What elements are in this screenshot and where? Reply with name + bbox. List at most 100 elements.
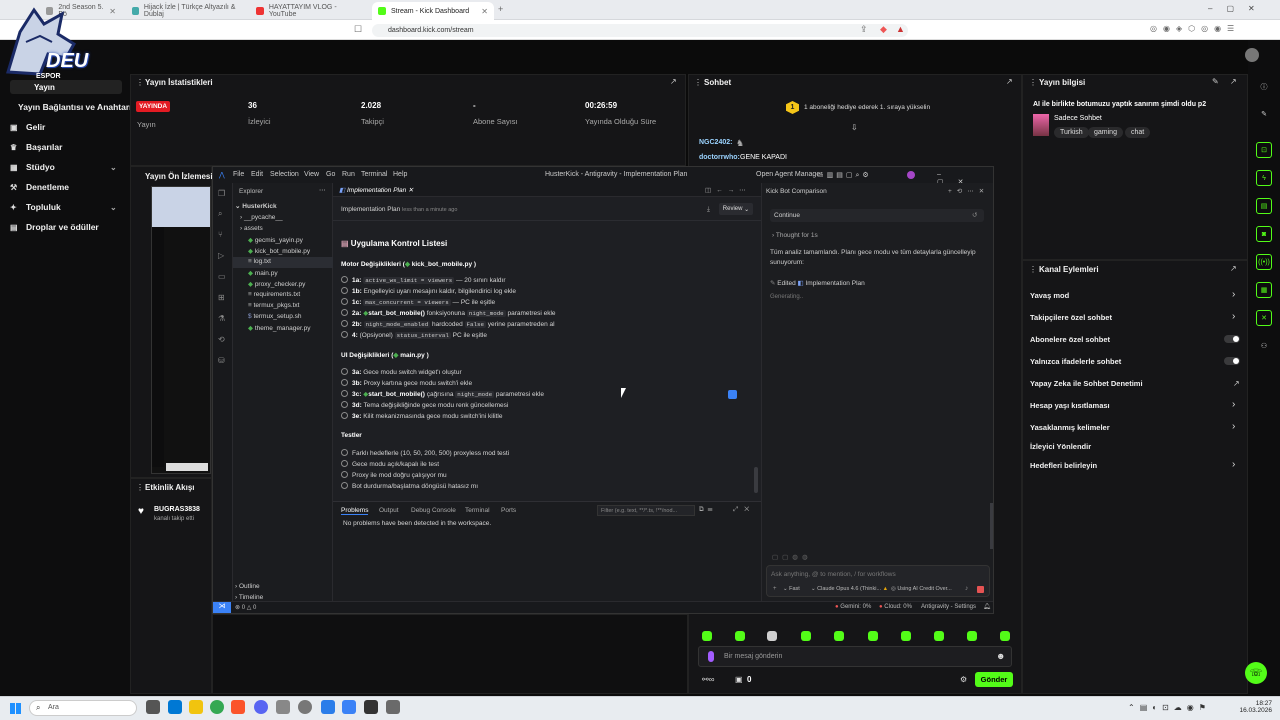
sidebar-item-studio[interactable]: ▦ Stüdyo ⌄ bbox=[10, 162, 117, 172]
checklist-item[interactable]: Gece modu açık/kapalı ile test bbox=[341, 460, 439, 468]
edited-row[interactable]: ✎ Edited ◧ Implementation Plan bbox=[770, 279, 865, 287]
subscribers-only-toggle[interactable] bbox=[1224, 335, 1240, 343]
action-ai-moderation[interactable]: Yapay Zeka ile Sohbet Denetimi bbox=[1030, 379, 1143, 388]
checkbox-circle[interactable] bbox=[341, 276, 348, 283]
popout-icon[interactable]: ↗ bbox=[1230, 77, 1237, 86]
app-icon[interactable] bbox=[276, 700, 290, 714]
checklist-item[interactable]: 4: (Opsiyonel) status_interval PC ile eş… bbox=[341, 331, 487, 339]
checklist-item[interactable]: Farklı hedeflerle (10, 50, 200, 500) pro… bbox=[341, 449, 509, 457]
checklist-item[interactable]: Proxy ile mod doğru çalışıyor mu bbox=[341, 471, 447, 479]
editor-scrollbar[interactable] bbox=[754, 467, 758, 493]
avatar[interactable] bbox=[1245, 48, 1259, 62]
agent-manager-button[interactable]: Open Agent Manager bbox=[756, 171, 823, 178]
task-view-icon[interactable] bbox=[146, 700, 160, 714]
clock[interactable]: 18:27 16.03.2026 bbox=[1232, 700, 1272, 714]
search-icon[interactable]: ⌕ bbox=[218, 209, 228, 219]
checklist-item[interactable]: 3a: Gece modu switch widget'ı oluştur bbox=[341, 368, 462, 376]
checklist-item[interactable]: 3c: ◆start_bot_mobile() çağrısına night_… bbox=[341, 390, 544, 398]
users-icon[interactable]: ⚇ bbox=[1256, 338, 1272, 354]
menu-view[interactable]: View bbox=[304, 171, 319, 178]
file-explorer-icon[interactable] bbox=[189, 700, 203, 714]
source-control-icon[interactable]: ⑂ bbox=[218, 230, 228, 240]
taskbar-search[interactable]: ⌕ Ara bbox=[29, 700, 137, 716]
sidebar-item-stream-key[interactable]: Yayın Bağlantısı ve Anahtarı bbox=[18, 102, 132, 112]
chat-input[interactable]: Bir mesaj gönderin ☻ bbox=[698, 646, 1012, 667]
editor-tab[interactable]: ◧ Implementation Plan ✕ bbox=[339, 186, 414, 194]
action-slow-mode[interactable]: Yavaş mod bbox=[1030, 291, 1069, 300]
checklist-item[interactable]: Bot durdurma/başlatma döngüsü hatasız mı bbox=[341, 482, 478, 490]
panel-tab-problems[interactable]: Problems bbox=[341, 507, 369, 515]
bookmark-icon[interactable]: ☐ bbox=[354, 24, 362, 35]
settings-link-icon[interactable]: ⚯∞ bbox=[702, 675, 714, 684]
send-button[interactable]: Gönder bbox=[975, 672, 1013, 687]
camera-icon[interactable]: ⊡ bbox=[1256, 142, 1272, 158]
lightning-icon[interactable]: ϟ bbox=[1256, 170, 1272, 186]
agent-actions[interactable]: +⟲⋯✕ bbox=[948, 187, 989, 195]
menu-terminal[interactable]: Terminal bbox=[361, 171, 387, 178]
document-icon[interactable]: ▤ bbox=[1256, 198, 1272, 214]
panel-window-controls[interactable]: ⤢✕ bbox=[733, 506, 755, 514]
steam-icon[interactable] bbox=[298, 700, 312, 714]
new-tab-icon[interactable]: + bbox=[498, 4, 503, 14]
action-emote-only[interactable]: Yalnızca ifadelerle sohbet bbox=[1030, 357, 1121, 366]
checklist-item[interactable]: 1a: active_ws_limit = viewers — 20 sınır… bbox=[341, 276, 506, 284]
warning-icon[interactable]: ▲ bbox=[896, 24, 905, 34]
checkbox-circle[interactable] bbox=[341, 390, 348, 397]
problems-filter-input[interactable]: Filter (e.g. text, **/*.ts, !**/nod... bbox=[597, 505, 695, 516]
edit-icon[interactable]: ✎ bbox=[1256, 106, 1272, 122]
browser-tab[interactable]: HAYATTAYIM VLOG - YouTube bbox=[250, 2, 370, 20]
emote-icon[interactable] bbox=[767, 631, 777, 641]
panel-actions[interactable]: ⧉☰ bbox=[699, 506, 717, 514]
file-item[interactable]: ≡ termux_pkgs.txt bbox=[248, 302, 300, 309]
url-field[interactable]: dashboard.kick.com/stream bbox=[372, 24, 908, 37]
menu-edit[interactable]: Edit bbox=[251, 171, 263, 178]
checklist-item[interactable]: 3d: Tema değişikliğinde gece modu renk g… bbox=[341, 401, 508, 409]
mode-selector[interactable]: ⌄ Fast bbox=[783, 586, 800, 592]
download-icon[interactable]: ⤓ bbox=[707, 206, 710, 214]
chevron-right-icon[interactable]: › bbox=[1232, 399, 1235, 410]
menu-help[interactable]: Help bbox=[393, 171, 407, 178]
checkbox-circle[interactable] bbox=[341, 368, 348, 375]
vscode-icon[interactable] bbox=[321, 700, 335, 714]
database-icon[interactable]: ⛁ bbox=[218, 356, 228, 366]
notification-icon[interactable]: 🔔︎ bbox=[983, 603, 991, 610]
workspace-root[interactable]: ⌄ HusterKick bbox=[235, 202, 277, 210]
files-icon[interactable]: ❐ bbox=[218, 189, 228, 199]
chat-username[interactable]: doctorrwho: bbox=[699, 154, 740, 161]
menu-go[interactable]: Go bbox=[326, 171, 335, 178]
popout-icon[interactable]: ↗ bbox=[670, 77, 677, 86]
menu-file[interactable]: File bbox=[233, 171, 244, 178]
gear-icon[interactable]: ⚙ bbox=[960, 675, 967, 684]
testing-icon[interactable]: ⚗ bbox=[218, 314, 228, 324]
checkbox-circle[interactable] bbox=[341, 460, 348, 467]
emote-icon[interactable] bbox=[868, 631, 878, 641]
gift-icon[interactable]: ▣ bbox=[735, 675, 743, 684]
action-banned-words[interactable]: Yasaklanmış kelimeler bbox=[1030, 423, 1110, 432]
extension-icon[interactable]: ◆ bbox=[880, 24, 887, 35]
file-item[interactable]: ◆ proxy_checker.py bbox=[248, 280, 305, 288]
file-item[interactable]: ◆ gecmis_yayin.py bbox=[248, 236, 303, 244]
checkbox-circle[interactable] bbox=[341, 309, 348, 316]
emote-icon[interactable] bbox=[901, 631, 911, 641]
agent-context-icons[interactable]: ▢▢◍◍ bbox=[772, 553, 812, 561]
antigravity-icon[interactable] bbox=[342, 700, 356, 714]
remote-indicator-icon[interactable]: ⋊ bbox=[213, 602, 231, 613]
checklist-item[interactable]: 2a: ◆start_bot_mobile() fonksiyonuna nig… bbox=[341, 309, 556, 317]
gitlens-icon[interactable]: ⟲ bbox=[218, 335, 228, 345]
extensions-toolbar[interactable]: ◎◉◈⬡◎◉☰ bbox=[1150, 24, 1240, 33]
support-chat-icon[interactable]: ☏ bbox=[1245, 662, 1267, 684]
drag-handle-icon[interactable]: ⋮ bbox=[1029, 78, 1037, 87]
discord-icon[interactable] bbox=[254, 700, 268, 714]
menu-selection[interactable]: Selection bbox=[270, 171, 299, 178]
checklist-item[interactable]: 1b: Engelleyici uyarı mesajını kaldır, b… bbox=[341, 287, 516, 295]
action-raid[interactable]: İzleyici Yönlendir bbox=[1030, 442, 1091, 451]
emote-icon[interactable] bbox=[735, 631, 745, 641]
chevron-right-icon[interactable]: › bbox=[1232, 311, 1235, 322]
emote-icon[interactable] bbox=[1000, 631, 1010, 641]
comment-icon[interactable] bbox=[728, 390, 737, 399]
checkbox-circle[interactable] bbox=[341, 482, 348, 489]
checkbox-circle[interactable] bbox=[341, 331, 348, 338]
run-debug-icon[interactable]: ▷ bbox=[218, 251, 228, 261]
info-icon[interactable]: ⓘ bbox=[1256, 79, 1272, 95]
obs-icon[interactable] bbox=[386, 700, 400, 714]
